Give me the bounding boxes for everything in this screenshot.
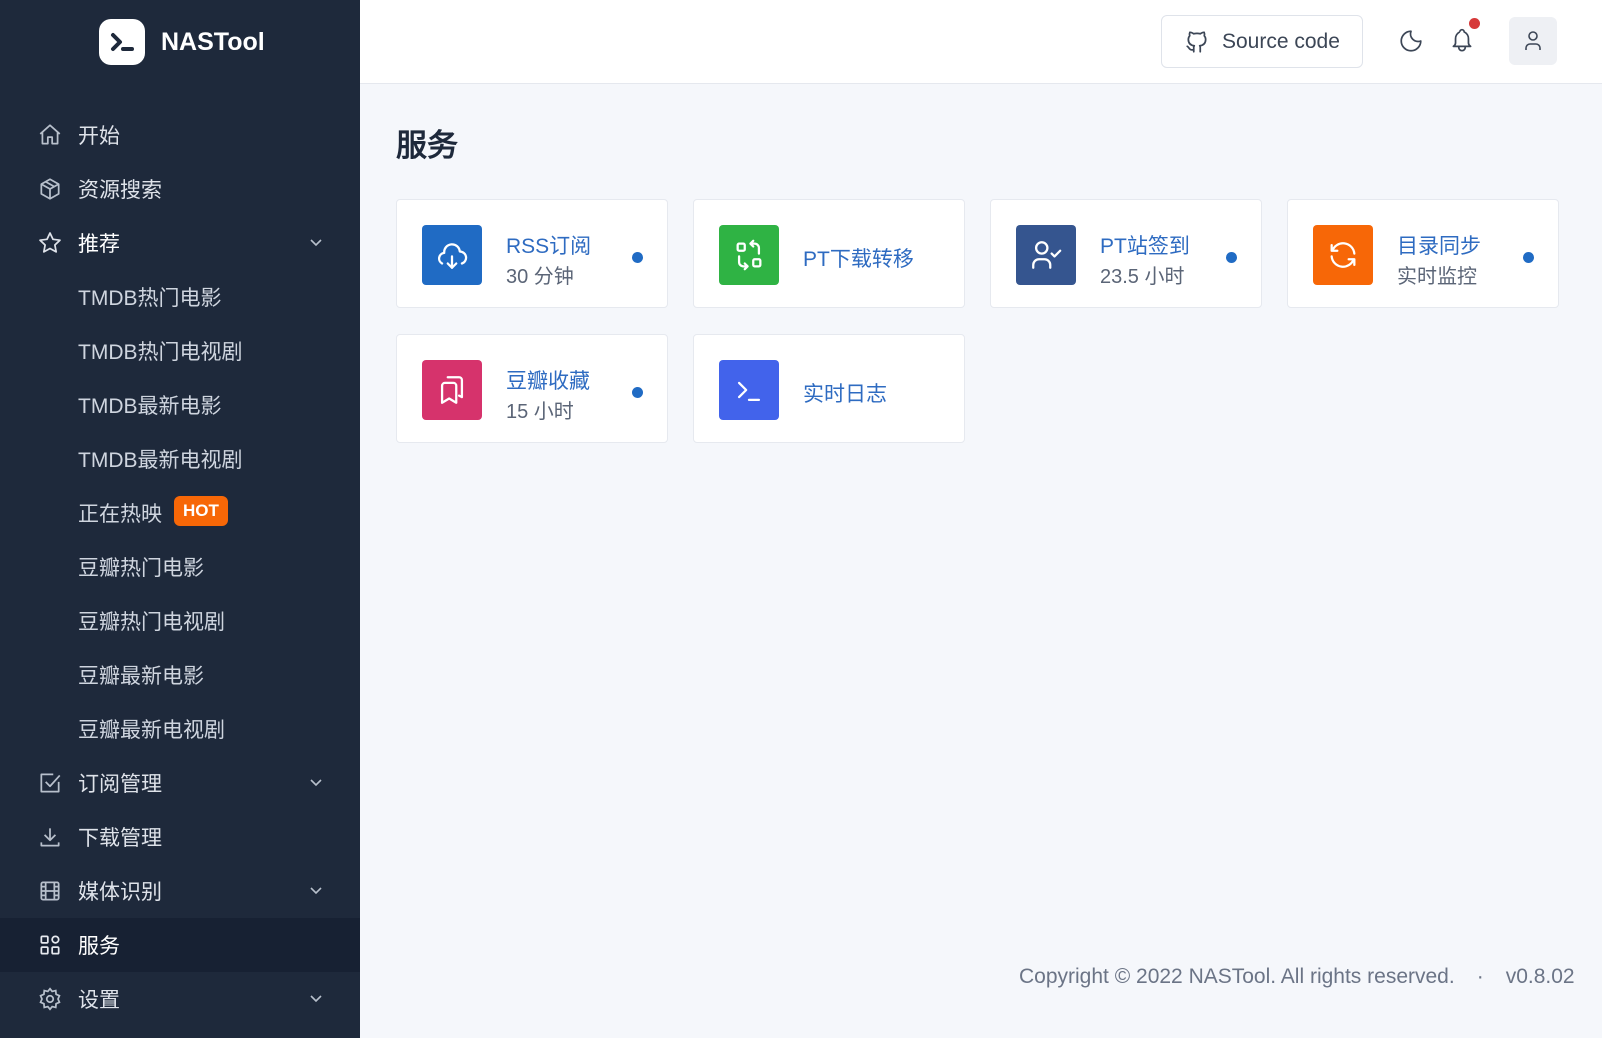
service-title: 实时日志 [803,383,887,406]
nav-item-douban-hot-movies[interactable]: 豆瓣热门电影 [0,540,360,594]
nav-item-recommend[interactable]: 推荐 [0,216,360,270]
nav-item-media-recognition[interactable]: 媒体识别 [0,864,360,918]
movie-icon [40,881,60,901]
nav-item-tmdb-new-tv[interactable]: TMDB最新电视剧 [0,432,360,486]
bell-icon[interactable] [1449,27,1475,55]
user-check-icon [1032,241,1062,269]
nav-item-douban-hot-tv[interactable]: 豆瓣热门电视剧 [0,594,360,648]
notification-dot [1469,18,1480,29]
nav-item-tmdb-new-movies[interactable]: TMDB最新电影 [0,378,360,432]
nav-item-tmdb-hot-tv[interactable]: TMDB热门电视剧 [0,324,360,378]
footer: Copyright © 2022 NASTool. All rights res… [1019,965,1575,989]
apps-icon [40,935,60,955]
nav-label: 推荐 [78,233,120,256]
chevron-down-icon [310,887,322,895]
nav-item-tmdb-hot-movies[interactable]: TMDB热门电影 [0,270,360,324]
source-code-label: Source code [1222,29,1340,53]
cloud-download-icon [438,243,468,269]
nav-label: 豆瓣最新电影 [78,665,204,688]
terminal-icon [737,381,761,402]
terminal-logo-icon [99,19,145,65]
nav-label: 资源搜索 [78,179,162,202]
service-avatar [1313,225,1373,285]
service-title: 目录同步 [1397,235,1481,258]
nav-item-start[interactable]: 开始 [0,108,360,162]
status-dot [632,387,643,398]
nav-item-douban-new-movies[interactable]: 豆瓣最新电影 [0,648,360,702]
nav-label: 服务 [78,935,120,958]
service-avatar [719,225,779,285]
version-link[interactable]: v0.8.02 [1506,965,1575,989]
transfer-icon [736,239,762,271]
nav-label: 豆瓣热门电影 [78,557,204,580]
package-icon [40,178,60,200]
nav-label: 媒体识别 [78,881,162,904]
nav-item-now-playing[interactable]: 正在热映 HOT [0,486,360,540]
home-icon [39,124,61,145]
service-card-dir-sync[interactable]: 目录同步 实时监控 [1287,199,1559,308]
nav-item-search[interactable]: 资源搜索 [0,162,360,216]
service-card-pt-transfer[interactable]: PT下载转移 [693,199,965,308]
page-title: 服务 [396,128,458,163]
chevron-down-icon [310,239,322,247]
chevron-down-icon [310,995,322,1003]
nav-label: 设置 [78,989,120,1012]
service-interval: 15 小时 [506,401,574,423]
nav-label: TMDB最新电视剧 [78,449,243,472]
bookmarks-icon [440,376,464,404]
checkbox-icon [40,773,61,793]
service-title: PT站签到 [1100,235,1190,258]
service-interval: 实时监控 [1397,266,1477,288]
service-avatar [422,225,482,285]
sidebar: NASTool 开始 资源搜索 推荐 TMDB热门电影 TMDB热门电视剧 TM… [0,0,360,1038]
chevron-down-icon [310,779,322,787]
service-avatar [719,360,779,420]
service-title: PT下载转移 [803,248,914,271]
nav-item-subscriptions[interactable]: 订阅管理 [0,756,360,810]
service-title: RSS订阅 [506,235,592,258]
service-interval: 23.5 小时 [1100,266,1185,288]
settings-icon [39,987,61,1011]
source-code-button[interactable]: Source code [1161,15,1363,68]
github-icon [1186,30,1207,53]
service-card-douban[interactable]: 豆瓣收藏 15 小时 [396,334,668,443]
nav-label: 开始 [78,125,120,148]
status-dot [1226,252,1237,263]
nav-label: 下载管理 [78,827,162,850]
nav-item-services[interactable]: 服务 [0,918,360,972]
download-icon [40,828,60,847]
nav-label: 豆瓣热门电视剧 [78,611,225,634]
hot-badge: HOT [174,496,228,526]
footer-separator: · [1476,965,1484,988]
nav-item-douban-new-tv[interactable]: 豆瓣最新电视剧 [0,702,360,756]
nav-label: 订阅管理 [78,773,162,796]
nav-label: TMDB热门电视剧 [78,341,243,364]
nav-label: 豆瓣最新电视剧 [78,719,225,742]
service-card-pt-checkin[interactable]: PT站签到 23.5 小时 [990,199,1262,308]
moon-icon[interactable] [1398,28,1424,54]
copyright-text: Copyright © 2022 NASTool. All rights res… [1019,965,1455,988]
status-dot [1523,252,1534,263]
star-icon [39,232,61,253]
sidebar-nav: 开始 资源搜索 推荐 TMDB热门电影 TMDB热门电视剧 TMDB最新电影 T… [0,108,360,1026]
service-avatar [422,360,482,420]
nav-label: TMDB最新电影 [78,395,222,418]
service-avatar [1016,225,1076,285]
refresh-icon [1330,242,1356,268]
brand-name: NASTool [161,27,265,56]
service-interval: 30 分钟 [506,266,574,288]
brand[interactable]: NASTool [99,19,265,65]
user-avatar-button[interactable] [1509,17,1557,65]
service-title: 豆瓣收藏 [506,370,590,393]
nav-item-downloads[interactable]: 下载管理 [0,810,360,864]
user-icon [1525,31,1541,50]
nav-item-settings[interactable]: 设置 [0,972,360,1026]
service-card-rss[interactable]: RSS订阅 30 分钟 [396,199,668,308]
nav-label: TMDB热门电影 [78,287,222,310]
nav-label: 正在热映 [78,503,162,526]
status-dot [632,252,643,263]
service-card-live-log[interactable]: 实时日志 [693,334,965,443]
